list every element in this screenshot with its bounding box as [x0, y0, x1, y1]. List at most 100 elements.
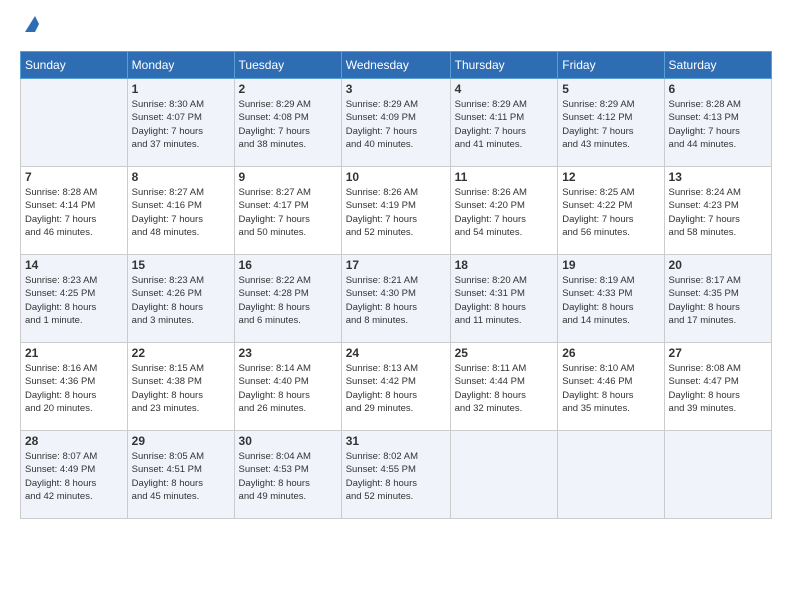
day-number: 4 — [455, 82, 554, 96]
day-number: 17 — [346, 258, 446, 272]
calendar-cell: 4 Sunrise: 8:29 AMSunset: 4:11 PMDaylight… — [450, 79, 558, 167]
calendar-cell: 7 Sunrise: 8:28 AMSunset: 4:14 PMDaylight… — [21, 167, 128, 255]
calendar-table: SundayMondayTuesdayWednesdayThursdayFrid… — [20, 51, 772, 519]
day-number: 21 — [25, 346, 123, 360]
calendar-cell: 15Sunrise: 8:23 AMSunset: 4:26 PMDayligh… — [127, 255, 234, 343]
day-info: Sunrise: 8:14 AMSunset: 4:40 PMDaylight:… — [239, 362, 337, 415]
day-info: Sunrise: 8:10 AMSunset: 4:46 PMDaylight:… — [562, 362, 659, 415]
day-number: 25 — [455, 346, 554, 360]
day-number: 29 — [132, 434, 230, 448]
day-number: 3 — [346, 82, 446, 96]
header-row: SundayMondayTuesdayWednesdayThursdayFrid… — [21, 52, 772, 79]
day-number: 1 — [132, 82, 230, 96]
calendar-cell — [664, 431, 771, 519]
day-number: 26 — [562, 346, 659, 360]
day-number: 20 — [669, 258, 767, 272]
week-row-4: 21Sunrise: 8:16 AMSunset: 4:36 PMDayligh… — [21, 343, 772, 431]
column-header-saturday: Saturday — [664, 52, 771, 79]
calendar-cell: 27 Sunrise: 8:08 AMSunset: 4:47 PMDayligh… — [664, 343, 771, 431]
calendar-cell: 28 Sunrise: 8:07 AMSunset: 4:49 PMDayligh… — [21, 431, 128, 519]
day-number: 2 — [239, 82, 337, 96]
day-number: 7 — [25, 170, 123, 184]
calendar-cell — [21, 79, 128, 167]
column-header-monday: Monday — [127, 52, 234, 79]
week-row-5: 28 Sunrise: 8:07 AMSunset: 4:49 PMDayligh… — [21, 431, 772, 519]
day-number: 8 — [132, 170, 230, 184]
day-info: Sunrise: 8:21 AMSunset: 4:30 PMDaylight:… — [346, 274, 446, 327]
calendar-cell — [558, 431, 664, 519]
day-info: Sunrise: 8:26 AMSunset: 4:19 PMDaylight:… — [346, 186, 446, 239]
calendar-cell: 21Sunrise: 8:16 AMSunset: 4:36 PMDayligh… — [21, 343, 128, 431]
day-number: 31 — [346, 434, 446, 448]
calendar-cell: 10 Sunrise: 8:26 AMSunset: 4:19 PMDayligh… — [341, 167, 450, 255]
calendar-cell: 1 Sunrise: 8:30 AMSunset: 4:07 PMDaylight… — [127, 79, 234, 167]
calendar-cell: 29 Sunrise: 8:05 AMSunset: 4:51 PMDayligh… — [127, 431, 234, 519]
day-number: 24 — [346, 346, 446, 360]
column-header-sunday: Sunday — [21, 52, 128, 79]
calendar-header: SundayMondayTuesdayWednesdayThursdayFrid… — [21, 52, 772, 79]
calendar-cell: 25Sunrise: 8:11 AMSunset: 4:44 PMDayligh… — [450, 343, 558, 431]
day-info: Sunrise: 8:08 AMSunset: 4:47 PMDaylight:… — [669, 362, 767, 415]
calendar-cell: 30 Sunrise: 8:04 AMSunset: 4:53 PMDayligh… — [234, 431, 341, 519]
calendar-cell: 23 Sunrise: 8:14 AMSunset: 4:40 PMDayligh… — [234, 343, 341, 431]
logo — [20, 16, 39, 39]
calendar-cell: 16 Sunrise: 8:22 AMSunset: 4:28 PMDayligh… — [234, 255, 341, 343]
day-info: Sunrise: 8:13 AMSunset: 4:42 PMDaylight:… — [346, 362, 446, 415]
day-info: Sunrise: 8:30 AMSunset: 4:07 PMDaylight:… — [132, 98, 230, 151]
day-number: 12 — [562, 170, 659, 184]
day-info: Sunrise: 8:04 AMSunset: 4:53 PMDaylight:… — [239, 450, 337, 503]
day-info: Sunrise: 8:05 AMSunset: 4:51 PMDaylight:… — [132, 450, 230, 503]
day-info: Sunrise: 8:17 AMSunset: 4:35 PMDaylight:… — [669, 274, 767, 327]
calendar-cell: 17 Sunrise: 8:21 AMSunset: 4:30 PMDayligh… — [341, 255, 450, 343]
day-info: Sunrise: 8:29 AMSunset: 4:09 PMDaylight:… — [346, 98, 446, 151]
calendar-cell: 11Sunrise: 8:26 AMSunset: 4:20 PMDayligh… — [450, 167, 558, 255]
week-row-1: 1 Sunrise: 8:30 AMSunset: 4:07 PMDaylight… — [21, 79, 772, 167]
day-info: Sunrise: 8:29 AMSunset: 4:11 PMDaylight:… — [455, 98, 554, 151]
calendar-cell: 19Sunrise: 8:19 AMSunset: 4:33 PMDayligh… — [558, 255, 664, 343]
calendar-cell — [450, 431, 558, 519]
calendar-cell: 9Sunrise: 8:27 AMSunset: 4:17 PMDaylight… — [234, 167, 341, 255]
calendar-cell: 2 Sunrise: 8:29 AMSunset: 4:08 PMDaylight… — [234, 79, 341, 167]
day-info: Sunrise: 8:25 AMSunset: 4:22 PMDaylight:… — [562, 186, 659, 239]
day-number: 13 — [669, 170, 767, 184]
calendar-cell: 24 Sunrise: 8:13 AMSunset: 4:42 PMDayligh… — [341, 343, 450, 431]
day-info: Sunrise: 8:29 AMSunset: 4:08 PMDaylight:… — [239, 98, 337, 151]
day-info: Sunrise: 8:15 AMSunset: 4:38 PMDaylight:… — [132, 362, 230, 415]
day-number: 19 — [562, 258, 659, 272]
calendar-body: 1 Sunrise: 8:30 AMSunset: 4:07 PMDaylight… — [21, 79, 772, 519]
column-header-wednesday: Wednesday — [341, 52, 450, 79]
day-number: 28 — [25, 434, 123, 448]
day-number: 23 — [239, 346, 337, 360]
day-number: 10 — [346, 170, 446, 184]
calendar-cell: 22 Sunrise: 8:15 AMSunset: 4:38 PMDayligh… — [127, 343, 234, 431]
day-info: Sunrise: 8:02 AMSunset: 4:55 PMDaylight:… — [346, 450, 446, 503]
calendar-cell: 5 Sunrise: 8:29 AMSunset: 4:12 PMDaylight… — [558, 79, 664, 167]
day-info: Sunrise: 8:24 AMSunset: 4:23 PMDaylight:… — [669, 186, 767, 239]
day-number: 27 — [669, 346, 767, 360]
calendar-cell: 6 Sunrise: 8:28 AMSunset: 4:13 PMDaylight… — [664, 79, 771, 167]
week-row-3: 14 Sunrise: 8:23 AMSunset: 4:25 PMDayligh… — [21, 255, 772, 343]
day-info: Sunrise: 8:07 AMSunset: 4:49 PMDaylight:… — [25, 450, 123, 503]
day-number: 9 — [239, 170, 337, 184]
day-info: Sunrise: 8:29 AMSunset: 4:12 PMDaylight:… — [562, 98, 659, 151]
day-info: Sunrise: 8:28 AMSunset: 4:14 PMDaylight:… — [25, 186, 123, 239]
week-row-2: 7 Sunrise: 8:28 AMSunset: 4:14 PMDaylight… — [21, 167, 772, 255]
page-container: SundayMondayTuesdayWednesdayThursdayFrid… — [0, 0, 792, 529]
calendar-cell: 14 Sunrise: 8:23 AMSunset: 4:25 PMDayligh… — [21, 255, 128, 343]
calendar-cell: 12 Sunrise: 8:25 AMSunset: 4:22 PMDayligh… — [558, 167, 664, 255]
day-info: Sunrise: 8:22 AMSunset: 4:28 PMDaylight:… — [239, 274, 337, 327]
day-number: 16 — [239, 258, 337, 272]
day-info: Sunrise: 8:20 AMSunset: 4:31 PMDaylight:… — [455, 274, 554, 327]
day-info: Sunrise: 8:23 AMSunset: 4:25 PMDaylight:… — [25, 274, 123, 327]
column-header-tuesday: Tuesday — [234, 52, 341, 79]
day-info: Sunrise: 8:28 AMSunset: 4:13 PMDaylight:… — [669, 98, 767, 151]
day-number: 6 — [669, 82, 767, 96]
day-number: 14 — [25, 258, 123, 272]
day-number: 30 — [239, 434, 337, 448]
day-number: 11 — [455, 170, 554, 184]
calendar-cell: 20 Sunrise: 8:17 AMSunset: 4:35 PMDayligh… — [664, 255, 771, 343]
day-number: 18 — [455, 258, 554, 272]
day-number: 15 — [132, 258, 230, 272]
day-number: 5 — [562, 82, 659, 96]
day-number: 22 — [132, 346, 230, 360]
